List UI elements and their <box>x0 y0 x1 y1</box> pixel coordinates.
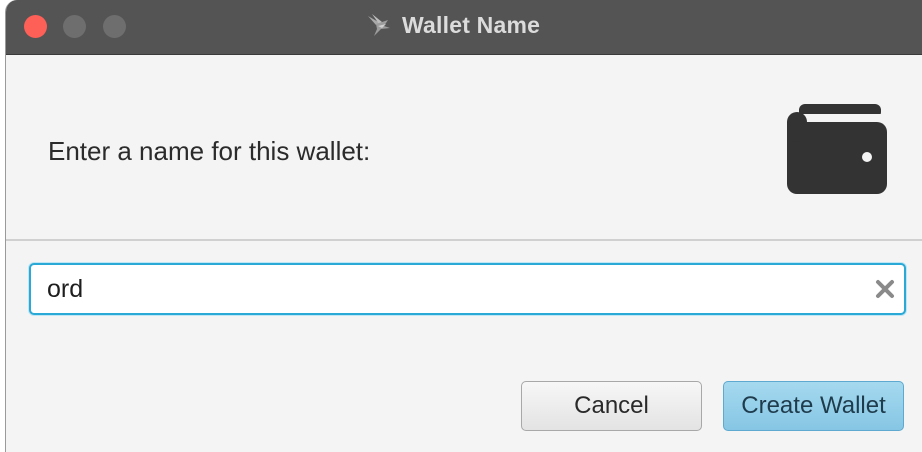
wallet-name-prompt: Enter a name for this wallet: <box>48 136 371 166</box>
clear-x-icon[interactable] <box>874 278 896 300</box>
window-title-group: Wallet Name <box>366 10 540 40</box>
create-wallet-button[interactable]: Create Wallet <box>723 381 904 431</box>
sparrow-bird-icon <box>368 14 390 36</box>
window-minimize-button[interactable] <box>63 15 86 38</box>
cancel-button[interactable]: Cancel <box>521 381 702 431</box>
window-title: Wallet Name <box>402 11 541 38</box>
wallet-icon <box>787 104 887 194</box>
dialog-window: Wallet Name Enter a name for this wallet… <box>5 0 922 452</box>
window-close-button[interactable] <box>24 15 47 38</box>
wallet-name-input[interactable] <box>47 271 847 307</box>
title-bar[interactable]: Wallet Name <box>6 0 922 55</box>
wallet-name-field[interactable] <box>29 263 906 315</box>
section-divider <box>6 239 922 241</box>
window-zoom-button[interactable] <box>103 15 126 38</box>
